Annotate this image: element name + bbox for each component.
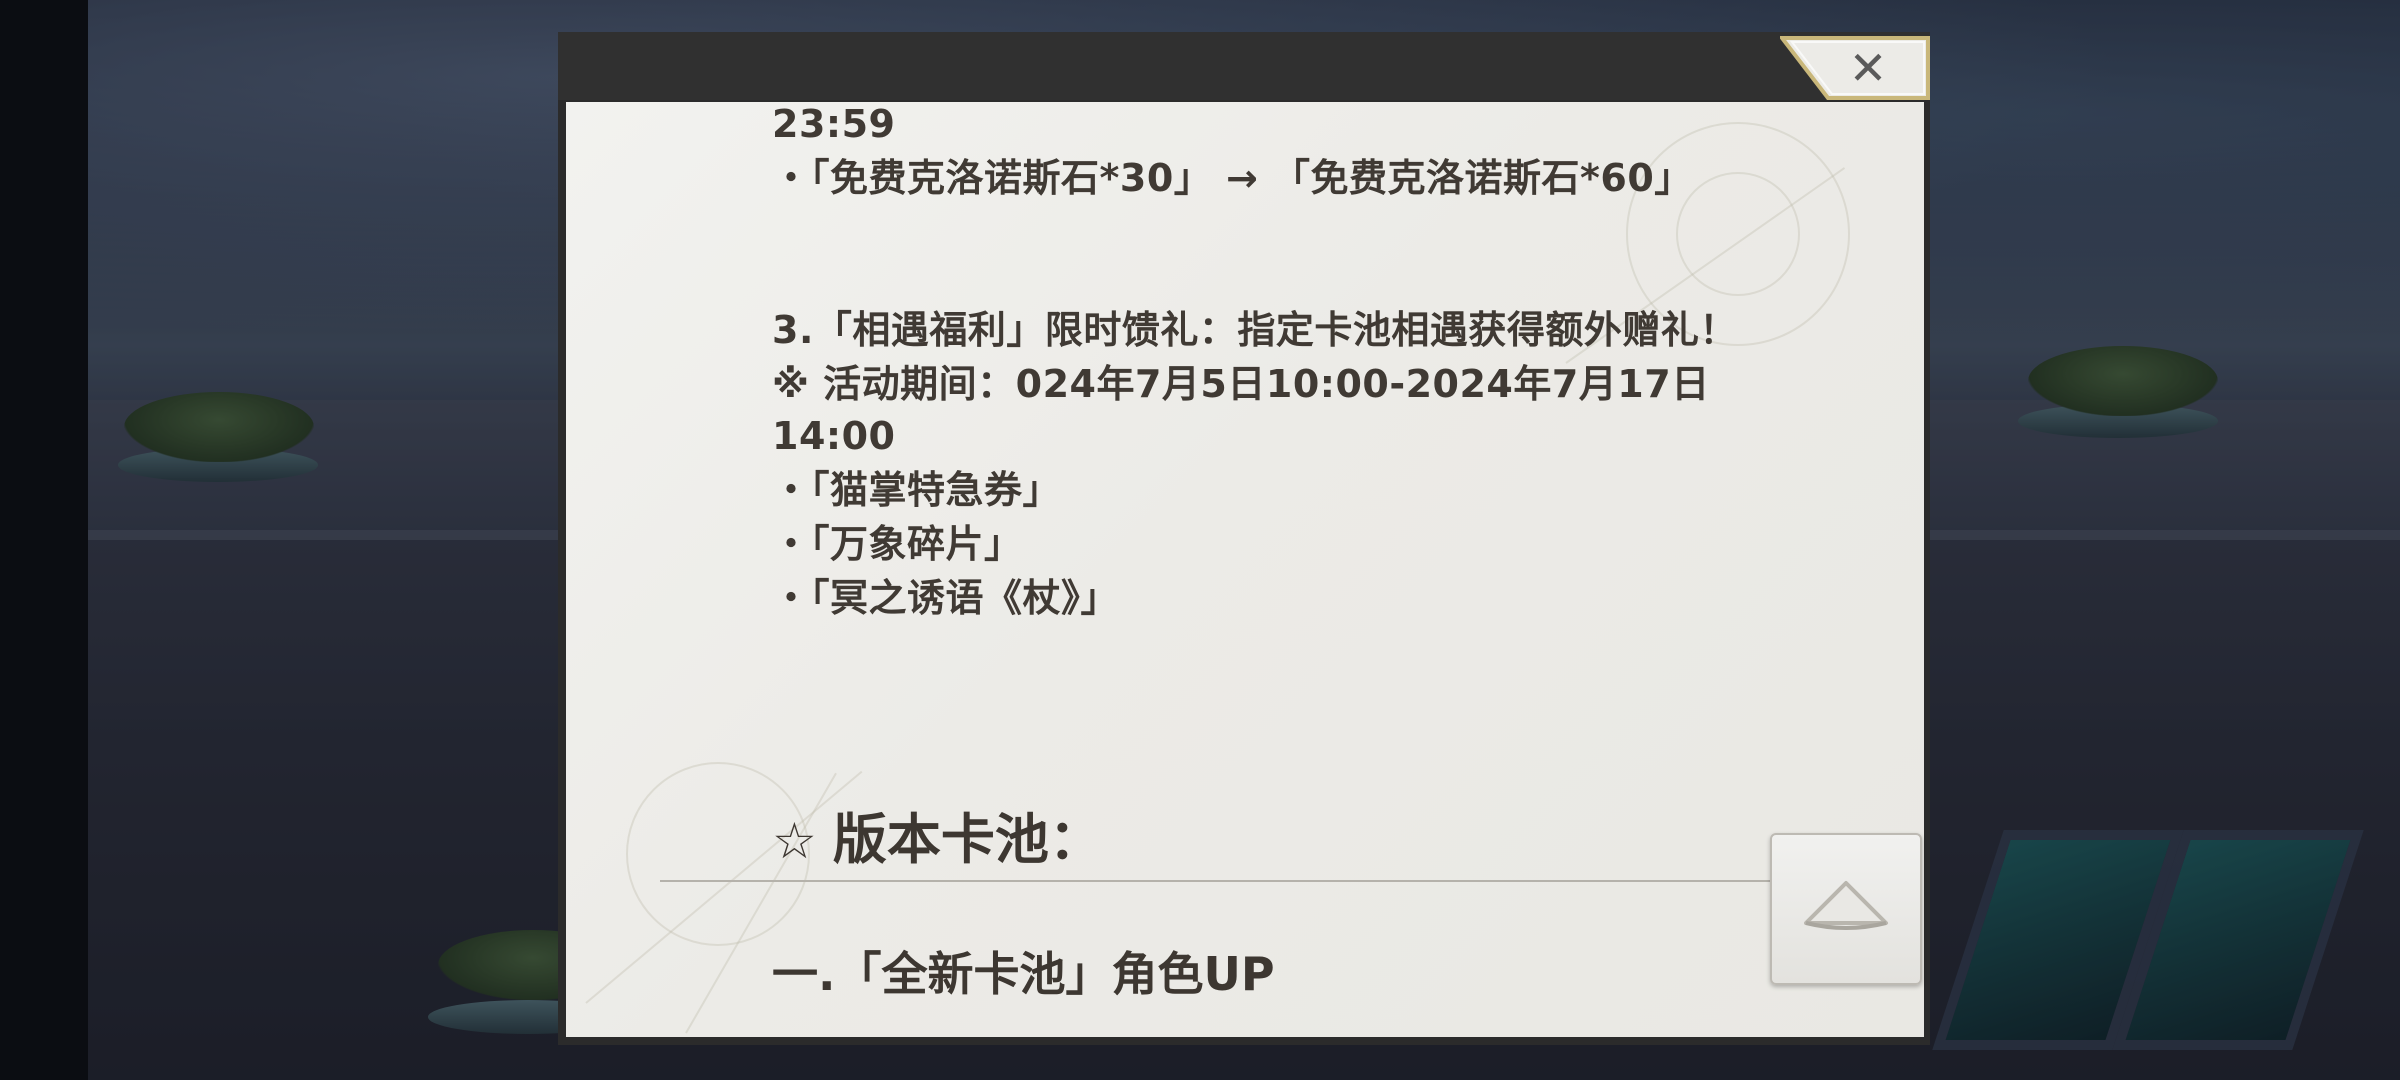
notice-dialog: 23:59 ・「免费克洛诺斯石*30」 → 「免费克洛诺斯石*60」 3.「相遇… (558, 32, 1930, 1045)
section-divider (660, 880, 1770, 882)
dialog-header-bar (558, 32, 1930, 104)
notice-line: ・「猫掌特急券」 (772, 468, 1062, 512)
star-icon: ☆ (772, 812, 817, 870)
notice-line: ・「万象碎片」 (772, 522, 1023, 566)
notice-line: ・「免费克洛诺斯石*30」 → 「免费克洛诺斯石*60」 (772, 156, 1693, 200)
ornament-circle-inner (1676, 172, 1800, 296)
notice-line: ※ 活动期间：024年7月5日10:00-2024年7月17日 (772, 362, 1710, 406)
notice-line: 3.「相遇福利」限时馈礼：指定卡池相遇获得额外赠礼！ (772, 308, 1738, 352)
notice-line: 14:00 (772, 414, 896, 458)
close-icon: ✕ (1848, 41, 1888, 95)
notice-line: 23:59 (772, 102, 896, 146)
notice-scroll-area[interactable]: 23:59 ・「免费克洛诺斯石*30」 → 「免费克洛诺斯石*60」 3.「相遇… (566, 102, 1924, 1037)
scroll-to-top-button[interactable] (1770, 833, 1922, 985)
triangle-up-icon (1804, 881, 1888, 930)
sub-heading: 一.「全新卡池」角色UP (772, 947, 1275, 1001)
game-screen: 23:59 ・「免费克洛诺斯石*30」 → 「免费克洛诺斯石*60」 3.「相遇… (0, 0, 2400, 1080)
section-heading-text: 版本卡池： (832, 808, 1103, 871)
notice-line: ・「冥之诱语《杖》」 (772, 576, 1120, 620)
close-button[interactable]: ✕ (1780, 36, 1930, 100)
section-heading: ☆ 版本卡池： (772, 808, 1103, 873)
